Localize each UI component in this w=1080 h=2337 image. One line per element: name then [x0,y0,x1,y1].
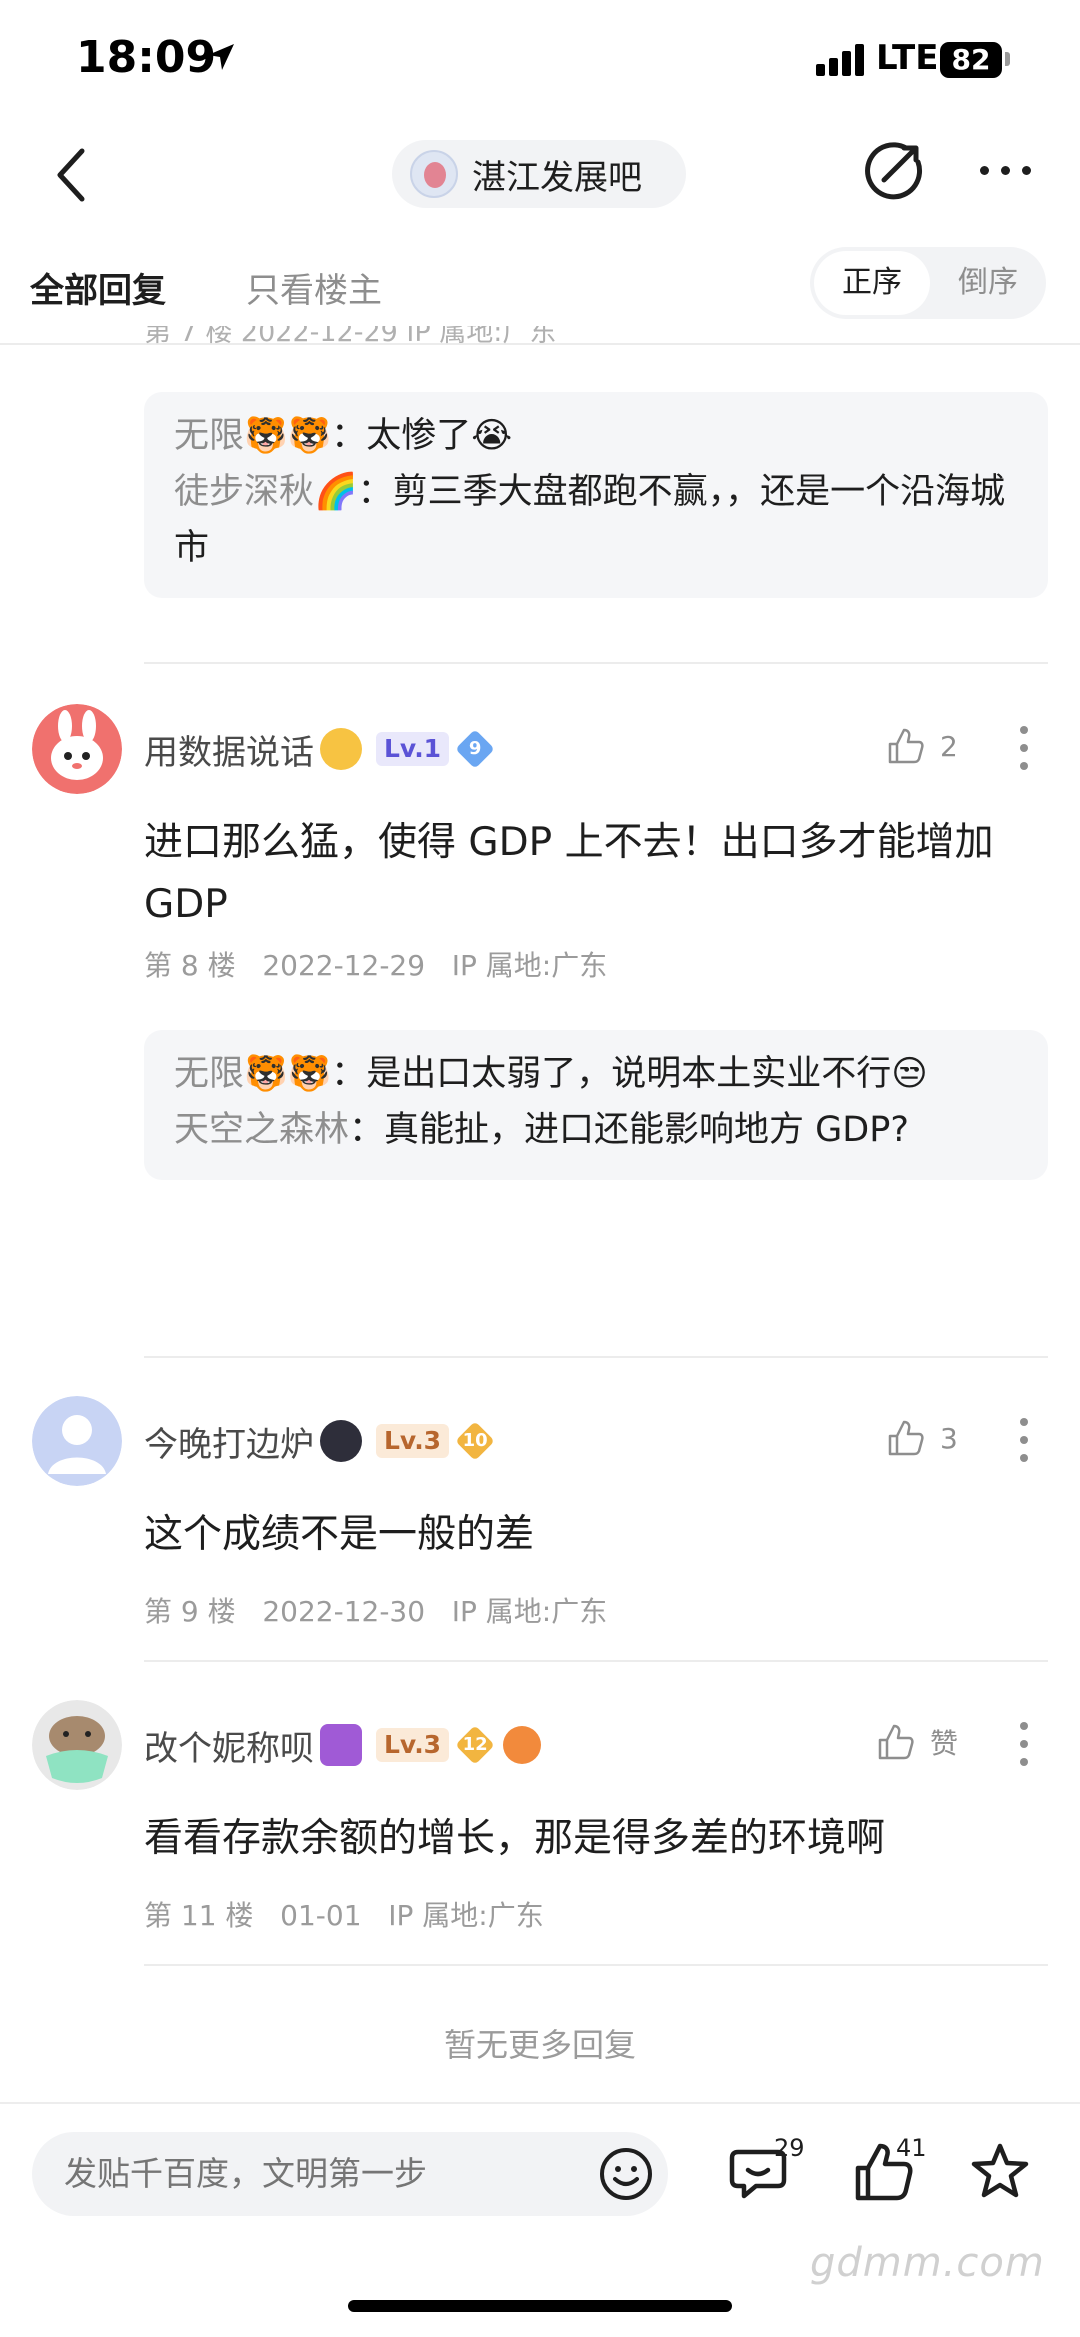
ip-location: IP 属地:广东 [451,949,608,982]
floor-number: 第 11 楼 [144,1899,254,1932]
network-label: LTE [876,38,939,78]
diamond-badge-icon: 10 [455,1421,497,1461]
level-badge: Lv.3 [376,1424,450,1458]
emoji-icon[interactable] [598,2146,654,2202]
user-avatar[interactable] [32,1396,122,1486]
sub-reply-user[interactable]: 天空之森林 [174,1110,349,1150]
order-asc-button[interactable]: 正序 [814,251,930,315]
divider [144,1964,1048,1966]
username-row: 今晚打边炉 Lv.3 10 [144,1416,497,1466]
forum-avatar [410,150,458,198]
game-badge-icon [503,1726,542,1764]
status-time: 18:09 [76,32,217,83]
user-avatar[interactable] [32,704,122,794]
sub-reply-user[interactable]: 无限🐯🐯 [174,1054,331,1094]
tab-all-replies[interactable]: 全部回复 [30,263,166,312]
post-more-icon[interactable] [1020,1418,1030,1462]
sub-reply-text: 是出口太弱了，说明本土实业不行😒 [366,1054,928,1094]
post-meta: 第 8 楼 2022-12-29 IP 属地:广东 [144,944,607,984]
username[interactable]: 用数据说话 [144,725,314,774]
floor-number: 第 8 楼 [144,949,236,982]
tab-op-only[interactable]: 只看楼主 [246,263,382,312]
username[interactable]: 今晚打边炉 [144,1417,314,1466]
sub-reply-text: 太惨了😭 [366,416,513,456]
star-favorite-icon[interactable] [968,2140,1032,2204]
post-date: 01-01 [280,1899,362,1932]
back-arrow-icon[interactable] [50,145,90,205]
post-content: 看看存款余额的增长，那是得多差的环境啊 [144,1816,886,1861]
sub-reply: 无限🐯🐯：是出口太弱了，说明本土实业不行😒 [174,1054,928,1094]
like-count: 3 [940,1421,958,1455]
thumbs-up-icon [888,1420,924,1456]
like-count: 赞 [930,1727,959,1760]
post-date: 2022-12-29 [262,949,426,982]
status-bar: 18:09 LTE 82 [0,0,1080,120]
floor-7-meta: 第 7 楼 2022-12-29 IP 属地:广东 [144,326,557,348]
floor-number: 第 9 楼 [144,1595,236,1628]
battery-icon: 82 [940,42,1002,78]
more-options-icon[interactable] [976,166,1036,180]
sub-reply-box[interactable]: 无限🐯🐯：是出口太弱了，说明本土实业不行😒 天空之森林：真能扯，进口还能影响地方… [144,1030,1048,1180]
ip-location: IP 属地:广东 [451,1595,608,1628]
reply-input[interactable] [64,2132,584,2216]
post-meta: 第 9 楼 2022-12-30 IP 属地:广东 [144,1590,607,1630]
divider [144,662,1048,664]
like-button[interactable]: 2 [886,726,958,766]
level-badge: Lv.3 [376,1728,450,1762]
signal-icon [816,44,866,76]
order-switch: 正序 倒序 [810,247,1046,319]
edit-share-icon[interactable] [862,140,924,202]
sub-reply: 无限🐯🐯：太惨了😭 [174,416,513,456]
home-indicator [348,2300,732,2312]
divider [144,1660,1048,1662]
sub-reply-text: 真能扯，进口还能影响地方 GDP? [384,1110,909,1150]
thumbs-up-icon [878,1724,914,1760]
battery-tip [1005,52,1010,66]
location-arrow-icon [208,44,234,70]
like-count: 2 [940,729,958,763]
ip-location: IP 属地:广东 [388,1899,544,1932]
sub-reply-box[interactable]: 无限🐯🐯：太惨了😭 徒步深秋🌈：剪三季大盘都跑不赢，，还是一个沿海城市 [144,392,1048,598]
level-badge: Lv.1 [376,732,450,766]
username[interactable]: 改个妮称呗 [144,1721,314,1770]
new-moon-emoji-icon [320,1420,362,1462]
username-row: 改个妮称呗 Lv.3 12 [144,1720,542,1770]
forum-name-pill[interactable]: 湛江发展吧 [392,140,686,208]
thumbs-up-icon [888,728,924,764]
diamond-badge-icon: 9 [455,729,497,769]
post-more-icon[interactable] [1020,726,1030,770]
kiss-emoji-icon [320,728,362,770]
comment-count: 29 [774,2134,805,2162]
user-avatar[interactable] [32,1700,122,1790]
username-row: 用数据说话 Lv.1 9 [144,724,497,774]
watermark: gdmm.com [810,2240,1045,2286]
like-button[interactable]: 3 [886,1418,958,1458]
like-button[interactable]: 赞 [876,1722,958,1762]
post-more-icon[interactable] [1020,1722,1030,1766]
sub-reply-user[interactable]: 无限🐯🐯 [174,416,331,456]
post-content: 进口那么猛，使得 GDP 上不去！出口多才能增加 GDP [144,820,994,927]
diamond-badge-icon: 12 [455,1725,497,1765]
divider [144,1356,1048,1358]
cancer-sign-emoji-icon [320,1724,362,1766]
like-total-count: 41 [896,2134,927,2162]
sub-reply-user[interactable]: 徒步深秋🌈 [174,472,358,512]
post-content: 这个成绩不是一般的差 [144,1512,535,1557]
forum-name: 湛江发展吧 [472,157,642,198]
sub-reply: 天空之森林：真能扯，进口还能影响地方 GDP? [174,1110,909,1150]
sub-reply: 徒步深秋🌈：剪三季大盘都跑不赢，，还是一个沿海城市 [174,472,1006,568]
compose-box[interactable] [32,2132,668,2216]
post-date: 2022-12-30 [262,1595,426,1628]
order-desc-button[interactable]: 倒序 [934,251,1042,315]
no-more-replies: 暂无更多回复 [443,2026,636,2064]
post-meta: 第 11 楼 01-01 IP 属地:广东 [144,1894,544,1934]
